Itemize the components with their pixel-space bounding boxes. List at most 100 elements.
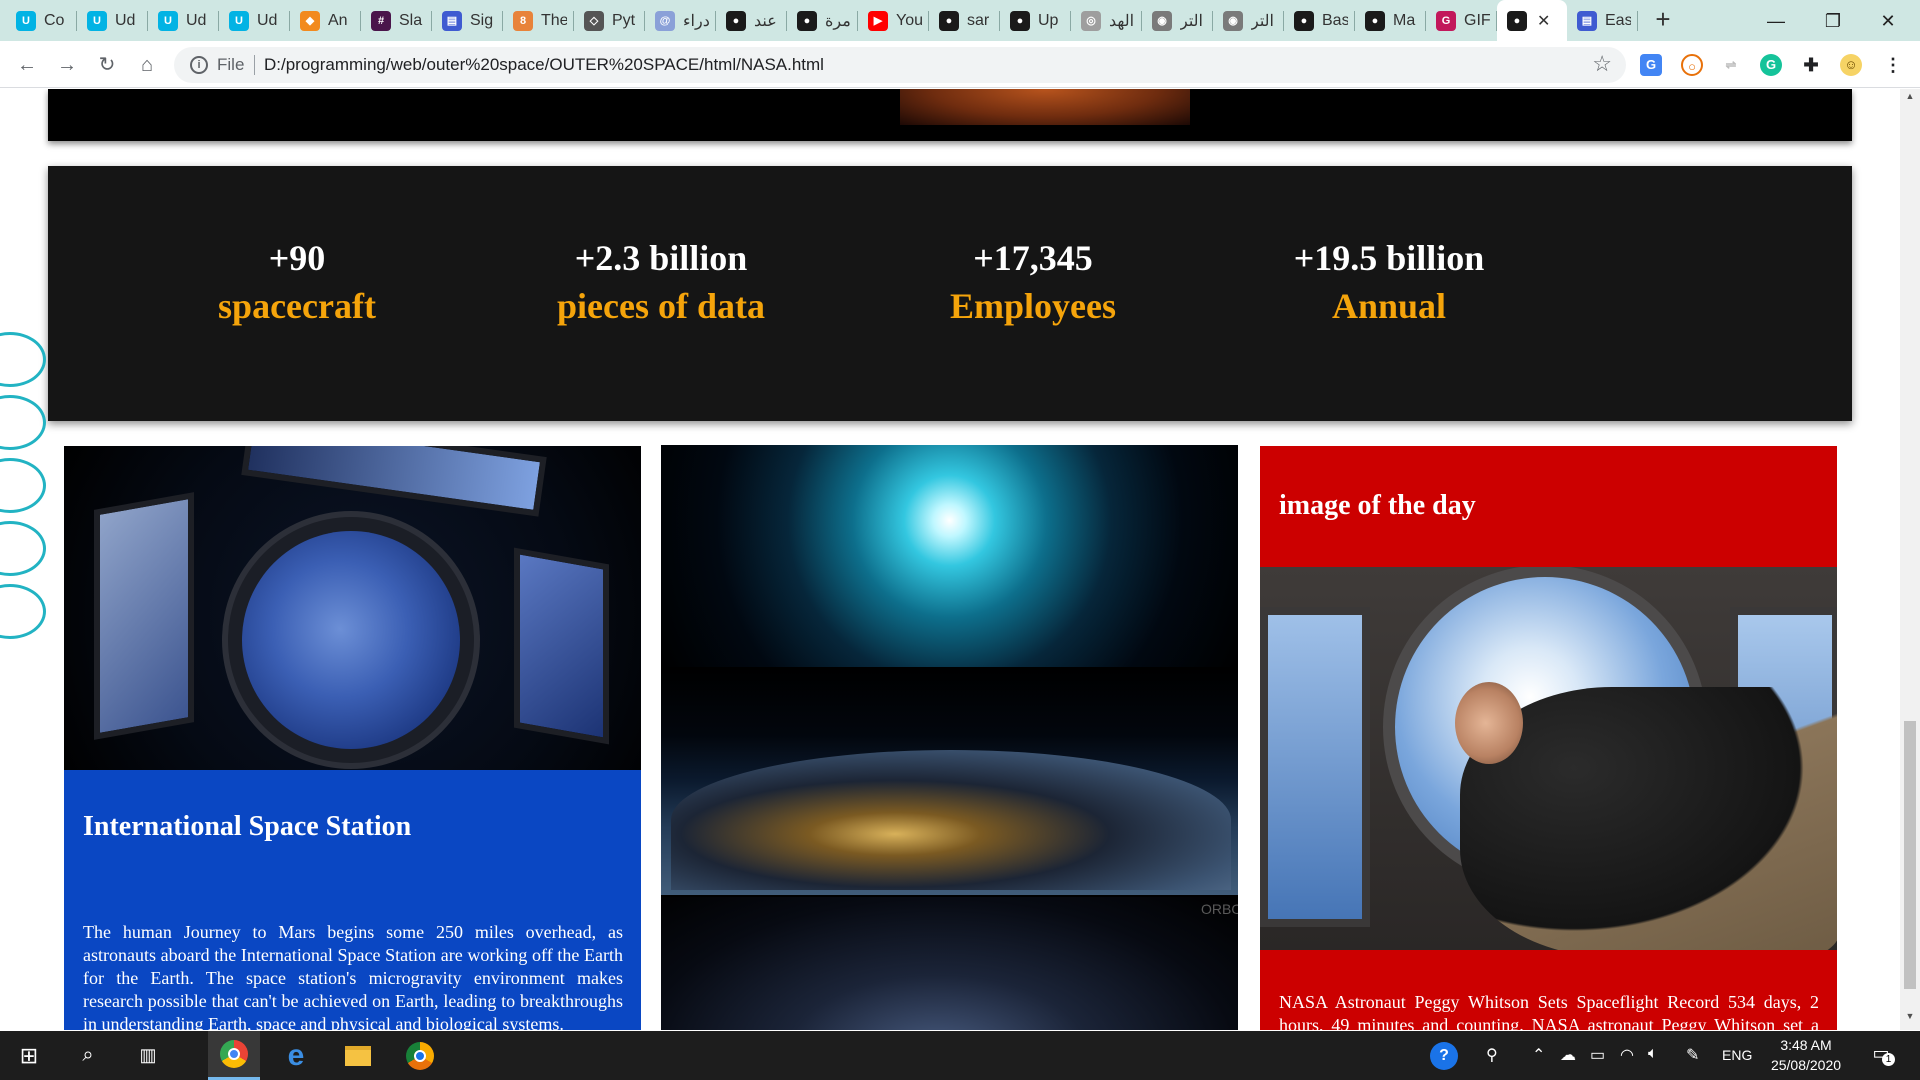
- tab-title: The: [541, 11, 567, 29]
- system-clock[interactable]: 3:48 AM 25/08/2020: [1768, 1035, 1844, 1075]
- profile-avatar[interactable]: ☺: [1840, 54, 1862, 76]
- github-icon: ●: [1010, 10, 1030, 31]
- side-nav-dot-4[interactable]: [0, 521, 46, 576]
- browser-tab[interactable]: ● ✕: [1497, 0, 1567, 41]
- url-text[interactable]: D:/programming/web/outer%20space/OUTER%2…: [264, 55, 824, 75]
- volume-icon[interactable]: 🔈︎: [1648, 1045, 1658, 1063]
- tab-title: التر: [1251, 12, 1274, 30]
- browser-tab[interactable]: ▤ Eas: [1567, 0, 1638, 41]
- forward-icon[interactable]: →: [52, 50, 82, 80]
- minimize-button[interactable]: —: [1756, 6, 1796, 36]
- close-window-button[interactable]: ✕: [1868, 6, 1908, 36]
- back-icon[interactable]: ←: [12, 50, 42, 80]
- browser-tab[interactable]: ● Bas: [1284, 0, 1355, 41]
- udacity-icon: U: [16, 10, 36, 31]
- notifications-icon[interactable]: ▭ 1: [1868, 1043, 1895, 1069]
- help-icon[interactable]: ?: [1430, 1042, 1458, 1070]
- browser-tab[interactable]: U Ud: [148, 0, 219, 41]
- new-tab-button[interactable]: +: [1648, 6, 1678, 36]
- stat-data: +2.3 billion pieces of data: [557, 234, 765, 330]
- reload-icon[interactable]: ↻: [92, 50, 122, 80]
- browser-tab[interactable]: U Co: [6, 0, 77, 41]
- tab-title: GIF: [1464, 11, 1490, 29]
- chrome-canary-icon[interactable]: [394, 1031, 446, 1080]
- card-body: The human Journey to Mars begins some 25…: [83, 922, 623, 1030]
- browser-tab[interactable]: G GIF: [1426, 0, 1497, 41]
- page-viewport: +90 spacecraft +2.3 billion pieces of da…: [0, 89, 1900, 1030]
- translate-extension-icon[interactable]: G: [1640, 54, 1662, 76]
- scroll-up-icon[interactable]: ▲: [1900, 91, 1920, 107]
- show-hidden-icons[interactable]: ⌃: [1532, 1045, 1545, 1065]
- scroll-thumb[interactable]: [1904, 721, 1916, 989]
- github-icon: ●: [1294, 10, 1314, 31]
- browser-tab[interactable]: ◉ التر: [1142, 0, 1213, 41]
- window-pane: [514, 547, 609, 745]
- browser-tab[interactable]: # Sla: [361, 0, 432, 41]
- onedrive-cloud-icon[interactable]: ☁: [1560, 1045, 1576, 1065]
- stat-number: +17,345: [973, 238, 1093, 278]
- info-icon[interactable]: i: [190, 56, 208, 74]
- browser-tab[interactable]: ◇ Pyt: [574, 0, 645, 41]
- extension-icon[interactable]: ○: [1681, 54, 1703, 76]
- browser-tab[interactable]: @ دراء: [645, 0, 716, 41]
- tab-title: دراء: [683, 12, 709, 30]
- side-nav-dot-1[interactable]: [0, 332, 46, 387]
- browser-tab[interactable]: U Ud: [77, 0, 148, 41]
- globe-icon: ●: [1507, 10, 1527, 31]
- browser-tab[interactable]: ● عند: [716, 0, 787, 41]
- pen-icon[interactable]: ✎: [1686, 1045, 1699, 1065]
- browser-tab[interactable]: ◉ التر: [1213, 0, 1284, 41]
- tab-title: عند: [754, 12, 777, 30]
- side-nav-dot-3[interactable]: [0, 458, 46, 513]
- iss-card[interactable]: International Space Station The human Jo…: [64, 446, 641, 1030]
- grammarly-icon[interactable]: G: [1760, 54, 1782, 76]
- close-tab-icon[interactable]: ✕: [1537, 11, 1550, 31]
- browser-tab[interactable]: U Ud: [219, 0, 290, 41]
- browser-tab[interactable]: ▤ Sig: [432, 0, 503, 41]
- side-nav-dot-2[interactable]: [0, 395, 46, 450]
- card-title: image of the day: [1279, 490, 1476, 521]
- search-icon[interactable]: ⌕: [64, 1031, 112, 1080]
- side-nav-dot-5[interactable]: [0, 584, 46, 639]
- tab-title: Bas: [1322, 11, 1348, 29]
- browser-tab[interactable]: 8 The: [503, 0, 574, 41]
- edge-taskbar-icon[interactable]: e: [270, 1031, 322, 1080]
- cube-icon: ◆: [300, 10, 320, 31]
- cast-extension-icon[interactable]: ⇌: [1720, 54, 1742, 76]
- home-icon[interactable]: ⌂: [132, 50, 162, 80]
- address-bar[interactable]: i File D:/programming/web/outer%20space/…: [174, 47, 1626, 83]
- video-watermark: ORBO: [1201, 901, 1238, 917]
- task-view-icon[interactable]: ▥: [124, 1031, 172, 1080]
- wifi-icon[interactable]: ◠: [1620, 1045, 1634, 1065]
- globe-icon: ●: [797, 10, 817, 31]
- maximize-button[interactable]: ❐: [1813, 6, 1853, 36]
- extensions-puzzle-icon[interactable]: ✚: [1800, 54, 1822, 76]
- language-indicator[interactable]: ENG: [1722, 1047, 1752, 1063]
- video-card[interactable]: ORBO: [661, 445, 1238, 1030]
- people-icon[interactable]: ⚲: [1486, 1045, 1498, 1065]
- page-scrollbar[interactable]: ▲ ▼: [1900, 89, 1920, 1030]
- browser-menu-icon[interactable]: ⋮: [1882, 54, 1904, 76]
- start-windows-icon[interactable]: ⊞: [0, 1031, 58, 1080]
- browser-tab[interactable]: ▶ You: [858, 0, 929, 41]
- file-explorer-icon[interactable]: [332, 1031, 384, 1080]
- browser-tab[interactable]: ◆ An: [290, 0, 361, 41]
- browser-tab[interactable]: ● sar: [929, 0, 1000, 41]
- chrome-taskbar-icon[interactable]: [208, 1031, 260, 1080]
- browser-tab[interactable]: ● Ma: [1355, 0, 1426, 41]
- tab-title: Up: [1038, 11, 1059, 29]
- scroll-down-icon[interactable]: ▼: [1900, 1011, 1920, 1027]
- battery-icon[interactable]: ▭: [1590, 1045, 1605, 1065]
- browser-tab[interactable]: ◎ الهد: [1071, 0, 1142, 41]
- spiral-icon: @: [655, 10, 675, 31]
- browser-tab[interactable]: ● مرة: [787, 0, 858, 41]
- image-of-the-day-card[interactable]: image of the day NASA Astronaut Peggy Wh…: [1260, 446, 1837, 1030]
- udacity-icon: U: [229, 10, 249, 31]
- tab-title: التر: [1180, 12, 1203, 30]
- diamond-icon: ◇: [584, 10, 604, 31]
- bookmark-star-icon[interactable]: ☆: [1592, 51, 1612, 77]
- target-icon: ◉: [1152, 10, 1172, 31]
- clock-date: 25/08/2020: [1770, 1057, 1842, 1073]
- tab-title: Ud: [257, 11, 278, 29]
- browser-tab[interactable]: ● Up: [1000, 0, 1071, 41]
